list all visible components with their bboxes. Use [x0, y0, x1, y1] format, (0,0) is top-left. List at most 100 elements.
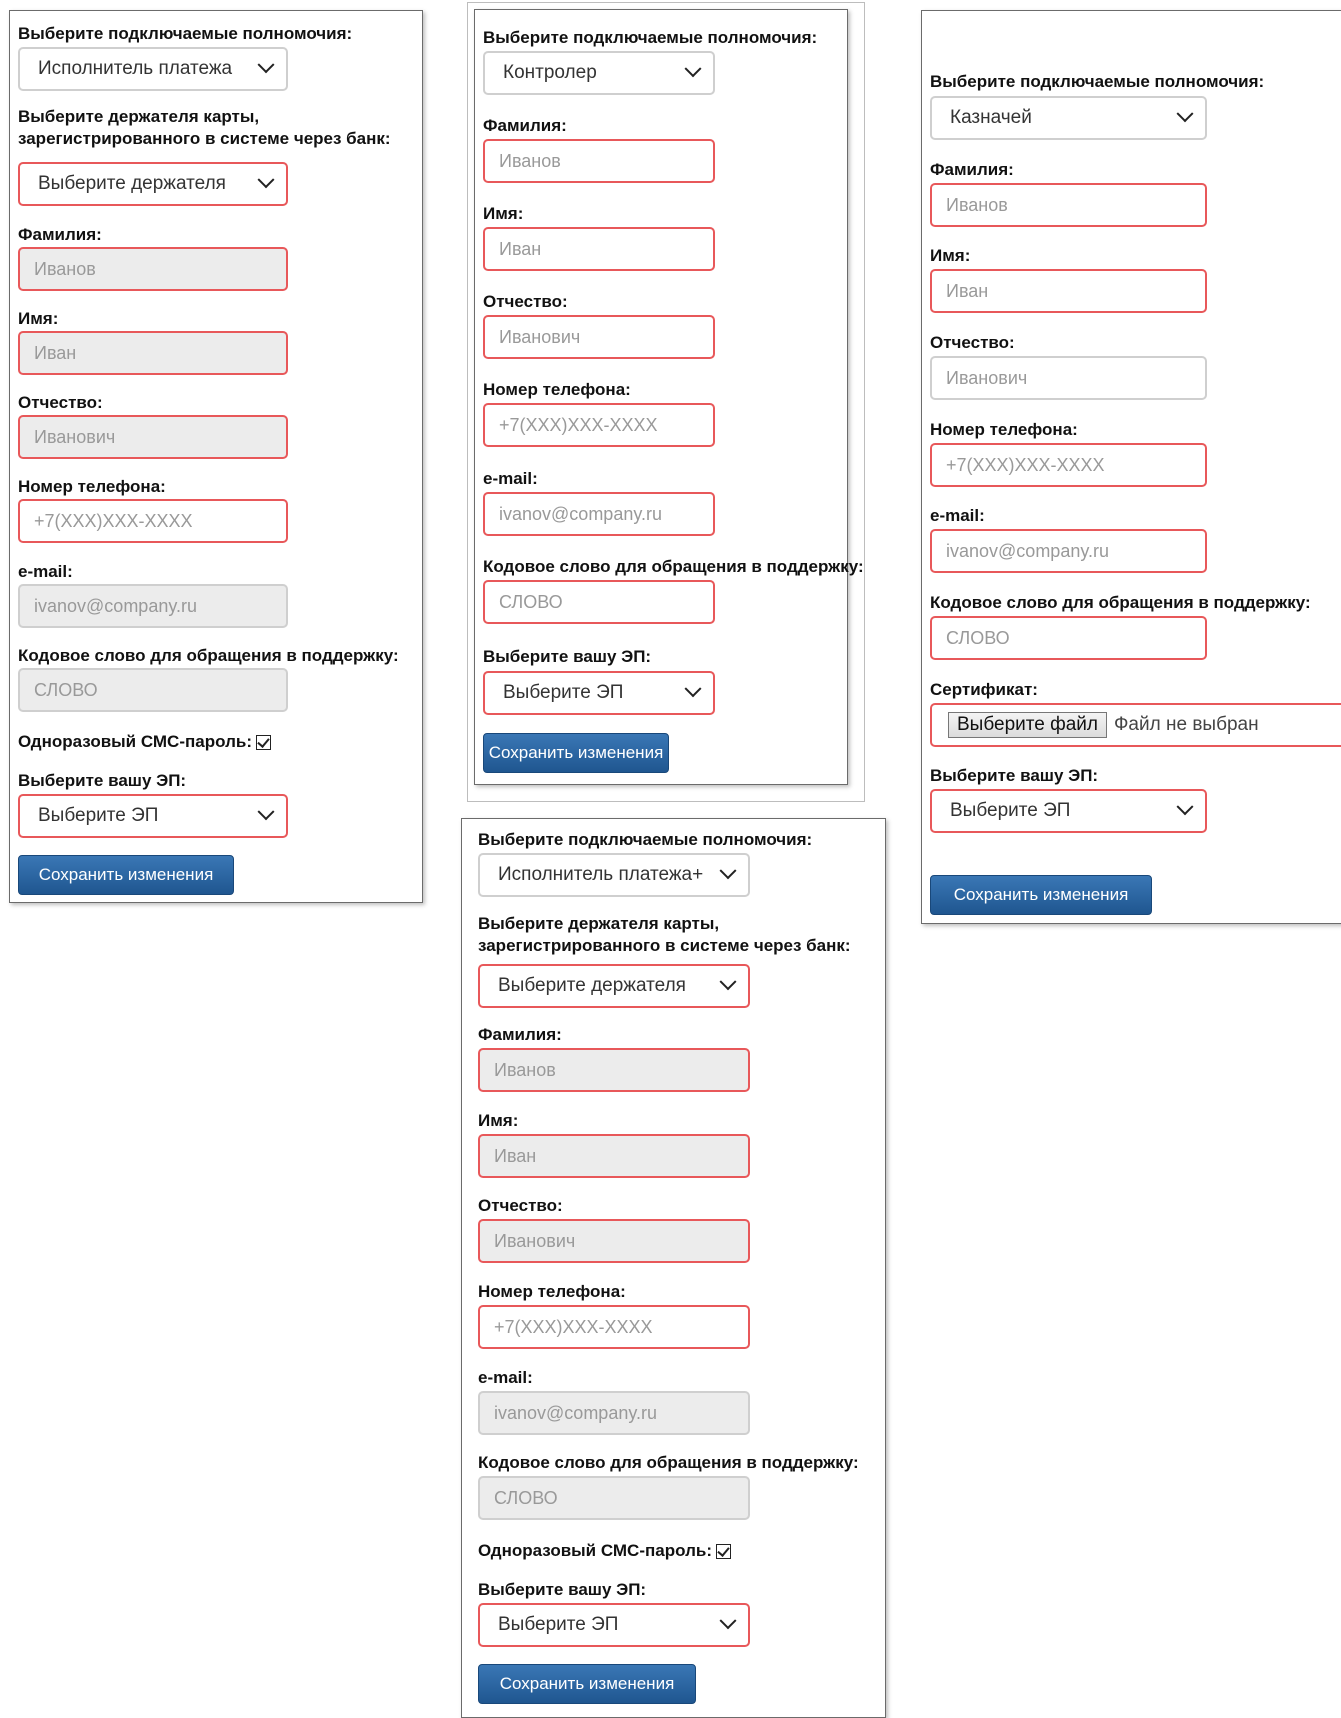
- patronymic-field[interactable]: Иванович: [483, 315, 715, 359]
- phone-input[interactable]: +7(XXX)XXX-XXXX: [483, 403, 715, 447]
- holder-select-value: Выберите держателя: [38, 173, 226, 194]
- authority-label: Выберите подключаемые полномочия:: [483, 28, 818, 47]
- surname-field[interactable]: Иванов: [930, 183, 1207, 227]
- authority-select[interactable]: Казначей: [930, 96, 1207, 140]
- sms-password-label: Одноразовый СМС-пароль:: [478, 1541, 712, 1560]
- patronymic-field[interactable]: Иванович: [18, 415, 288, 459]
- holder-label-line1: Выберите держателя карты,: [478, 914, 720, 933]
- ep-label: Выберите вашу ЭП:: [483, 647, 652, 666]
- chevron-down-icon: [719, 1612, 737, 1630]
- codeword-field[interactable]: СЛОВО: [930, 616, 1207, 660]
- holder-select[interactable]: Выберите держателя: [18, 162, 288, 206]
- surname-label: Фамилия:: [930, 160, 1014, 179]
- surname-field[interactable]: Иванов: [18, 247, 288, 291]
- file-status-text: Файл не выбран: [1113, 714, 1259, 735]
- authority-label: Выберите подключаемые полномочия:: [18, 24, 353, 43]
- save-button[interactable]: Сохранить изменения: [478, 1664, 696, 1704]
- chevron-down-icon: [257, 56, 275, 74]
- email-field[interactable]: ivanov@company.ru: [18, 584, 288, 628]
- codeword-label: Кодовое слово для обращения в поддержку:: [18, 646, 399, 665]
- holder-label-line1: Выберите держателя карты,: [18, 107, 260, 126]
- holder-label-line2: зарегистрированного в системе через банк…: [478, 936, 851, 955]
- name-field[interactable]: Иван: [478, 1134, 750, 1178]
- ep-select[interactable]: Выберите ЭП: [478, 1603, 750, 1647]
- ep-select-value: Выберите ЭП: [38, 805, 159, 826]
- sms-password-label: Одноразовый СМС-пароль:: [18, 732, 252, 751]
- chevron-down-icon: [257, 803, 275, 821]
- sms-password-checkbox[interactable]: [715, 1543, 731, 1559]
- name-field[interactable]: Иван: [930, 269, 1207, 313]
- chevron-down-icon: [257, 171, 275, 189]
- chevron-down-icon: [719, 973, 737, 991]
- name-label: Имя:: [18, 309, 59, 328]
- save-button[interactable]: Сохранить изменения: [930, 875, 1152, 915]
- patronymic-label: Отчество:: [18, 393, 103, 412]
- authority-select[interactable]: Исполнитель платежа: [18, 47, 288, 91]
- ep-select[interactable]: Выберите ЭП: [483, 671, 715, 715]
- phone-label: Номер телефона:: [483, 380, 631, 399]
- authority-select-value: Исполнитель платежа: [38, 58, 233, 79]
- holder-select-value: Выберите держателя: [498, 975, 686, 996]
- chevron-down-icon: [1176, 798, 1194, 816]
- patronymic-field[interactable]: Иванович: [930, 356, 1207, 400]
- phone-input[interactable]: +7(XXX)XXX-XXXX: [18, 499, 288, 543]
- authority-select-value: Контролер: [503, 62, 597, 83]
- ep-select-value: Выберите ЭП: [950, 800, 1071, 821]
- authority-select-value: Казначей: [950, 107, 1032, 128]
- surname-label: Фамилия:: [478, 1025, 562, 1044]
- sms-password-checkbox[interactable]: [255, 734, 271, 750]
- codeword-label: Кодовое слово для обращения в поддержку:: [478, 1453, 859, 1472]
- email-label: e-mail:: [478, 1368, 533, 1387]
- save-button[interactable]: Сохранить изменения: [483, 733, 669, 773]
- surname-field[interactable]: Иванов: [478, 1048, 750, 1092]
- email-label: e-mail:: [18, 562, 73, 581]
- patronymic-label: Отчество:: [930, 333, 1015, 352]
- holder-select[interactable]: Выберите держателя: [478, 964, 750, 1008]
- patronymic-label: Отчество:: [478, 1196, 563, 1215]
- chevron-down-icon: [684, 680, 702, 698]
- save-button[interactable]: Сохранить изменения: [18, 855, 234, 895]
- phone-label: Номер телефона:: [930, 420, 1078, 439]
- patronymic-field[interactable]: Иванович: [478, 1219, 750, 1263]
- email-field[interactable]: ivanov@company.ru: [483, 492, 715, 536]
- authority-select[interactable]: Контролер: [483, 51, 715, 95]
- email-label: e-mail:: [483, 469, 538, 488]
- ep-select-value: Выберите ЭП: [503, 682, 624, 703]
- ep-select[interactable]: Выберите ЭП: [930, 789, 1207, 833]
- codeword-field[interactable]: СЛОВО: [18, 668, 288, 712]
- ep-label: Выберите вашу ЭП:: [930, 766, 1099, 785]
- name-label: Имя:: [930, 246, 971, 265]
- email-field[interactable]: ivanov@company.ru: [478, 1391, 750, 1435]
- patronymic-label: Отчество:: [483, 292, 568, 311]
- codeword-label: Кодовое слово для обращения в поддержку:: [930, 593, 1311, 612]
- ep-select[interactable]: Выберите ЭП: [18, 794, 288, 838]
- authority-label: Выберите подключаемые полномочия:: [478, 830, 813, 849]
- holder-label-line2: зарегистрированного в системе через банк…: [18, 129, 391, 148]
- ep-label: Выберите вашу ЭП:: [18, 771, 187, 790]
- chevron-down-icon: [1176, 105, 1194, 123]
- phone-label: Номер телефона:: [478, 1282, 626, 1301]
- name-field[interactable]: Иван: [483, 227, 715, 271]
- form-panel-controller: Выберите подключаемые полномочия: Контро…: [474, 9, 864, 785]
- authority-label: Выберите подключаемые полномочия:: [930, 72, 1265, 91]
- surname-label: Фамилия:: [483, 116, 567, 135]
- email-label: e-mail:: [930, 506, 985, 525]
- phone-label: Номер телефона:: [18, 477, 166, 496]
- phone-input[interactable]: +7(XXX)XXX-XXXX: [478, 1305, 750, 1349]
- certificate-file-input[interactable]: Выберите файл Файл не выбран: [930, 703, 1341, 747]
- surname-field[interactable]: Иванов: [483, 139, 715, 183]
- chevron-down-icon: [684, 60, 702, 78]
- codeword-field[interactable]: СЛОВО: [483, 580, 715, 624]
- ep-label: Выберите вашу ЭП:: [478, 1580, 647, 1599]
- certificate-label: Сертификат:: [930, 680, 1038, 699]
- authority-select-value: Исполнитель платежа+: [498, 864, 704, 885]
- choose-file-button[interactable]: Выберите файл: [948, 712, 1107, 738]
- codeword-field[interactable]: СЛОВО: [478, 1476, 750, 1520]
- sms-password-row: Одноразовый СМС-пароль:: [478, 1541, 731, 1561]
- form-panel-payment-executor-plus: Выберите подключаемые полномочия: Исполн…: [461, 818, 886, 1718]
- codeword-label: Кодовое слово для обращения в поддержку:: [483, 557, 864, 576]
- authority-select[interactable]: Исполнитель платежа+: [478, 853, 750, 897]
- phone-input[interactable]: +7(XXX)XXX-XXXX: [930, 443, 1207, 487]
- email-field[interactable]: ivanov@company.ru: [930, 529, 1207, 573]
- name-field[interactable]: Иван: [18, 331, 288, 375]
